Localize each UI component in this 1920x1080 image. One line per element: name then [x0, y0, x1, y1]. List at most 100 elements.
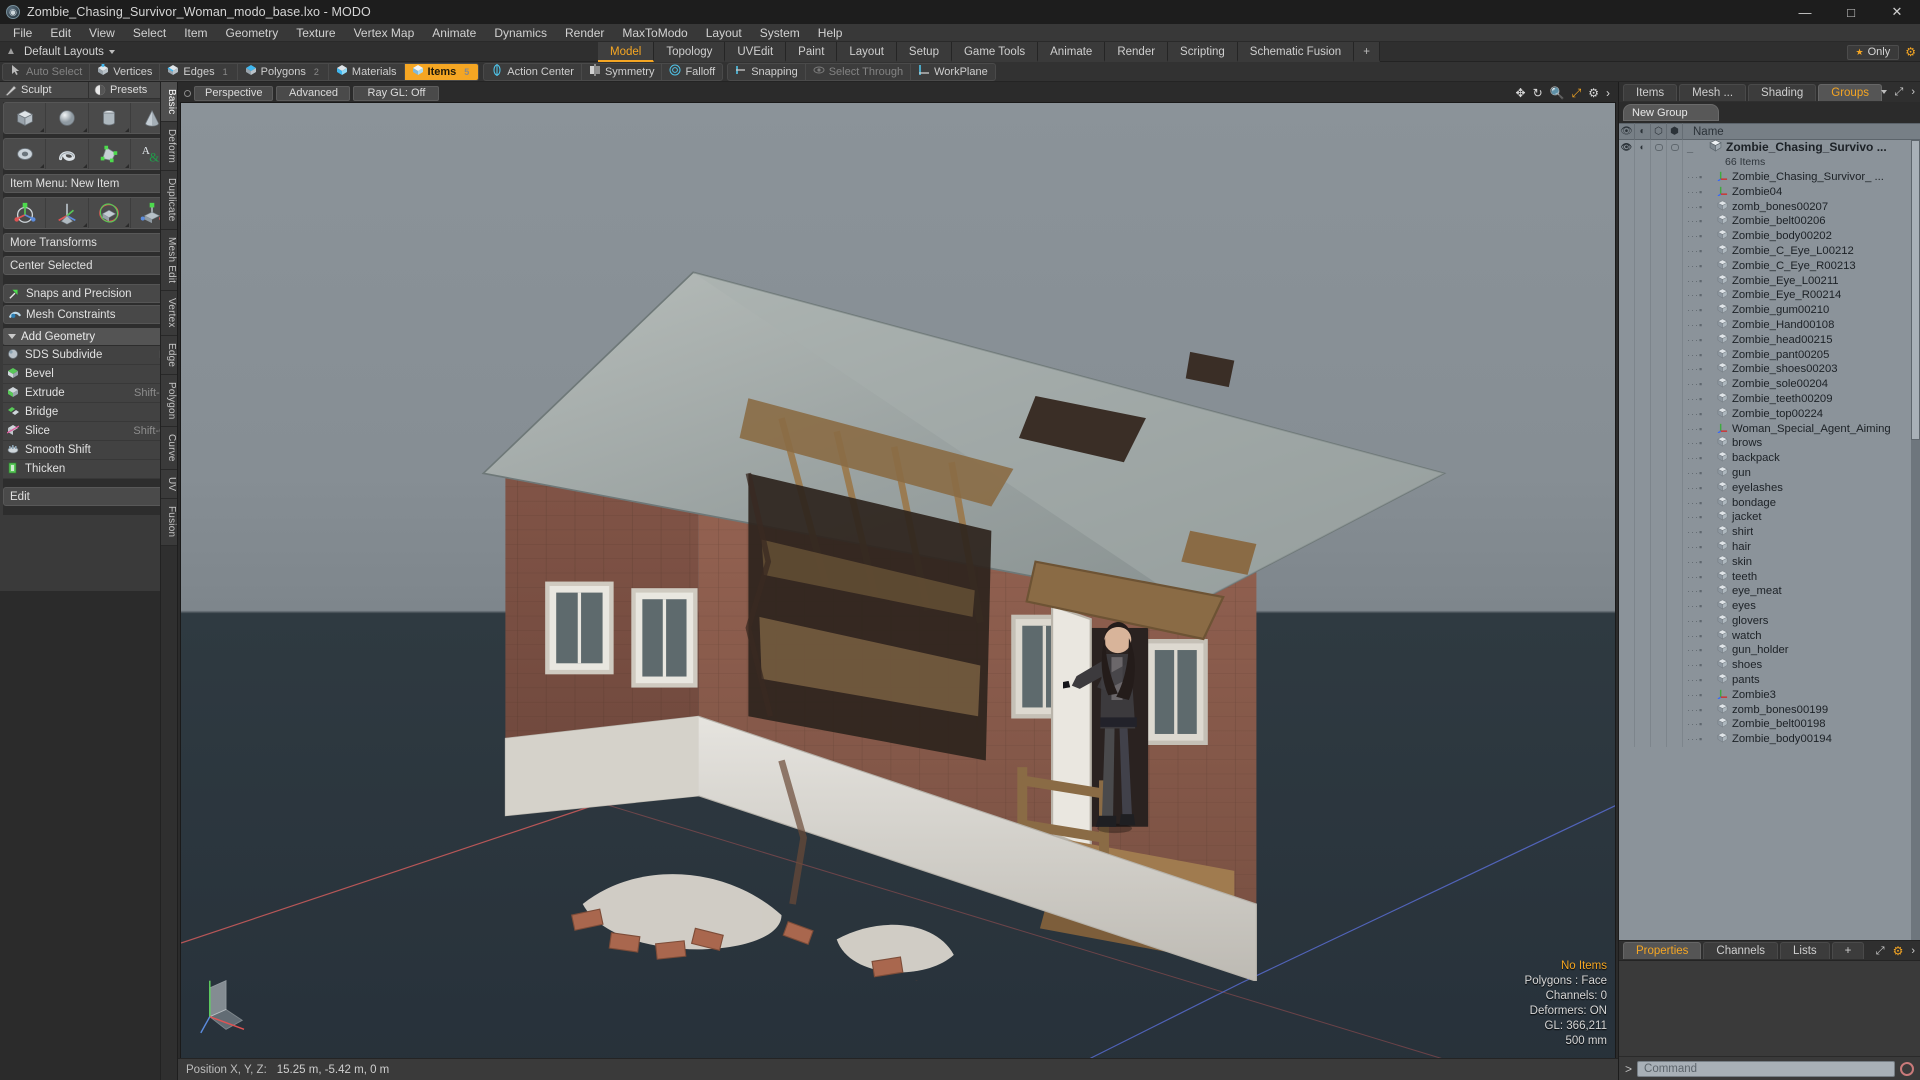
item-toggle-shaded-icon[interactable] — [1667, 184, 1683, 200]
layout-tab-game-tools[interactable]: Game Tools — [951, 42, 1039, 62]
item-toggle-eye-icon[interactable] — [1619, 598, 1635, 614]
item-toggle-eye-icon[interactable] — [1619, 717, 1635, 732]
item-toggle-eye-icon[interactable] — [1619, 435, 1635, 451]
item-list-row[interactable]: ···▪ Zombie3 — [1619, 687, 1920, 703]
item-toggle-shaded-icon[interactable] — [1667, 258, 1683, 274]
gear-icon[interactable]: ⚙ — [1905, 45, 1916, 59]
item-toggle-render-icon[interactable] — [1635, 213, 1651, 229]
item-toggle-eye-icon[interactable] — [1619, 376, 1635, 392]
item-toggle-render-icon[interactable] — [1635, 199, 1651, 214]
perspective-viewport[interactable]: No Items Polygons : Face Channels: 0 Def… — [180, 102, 1616, 1080]
item-toggle-render-icon[interactable] — [1635, 258, 1651, 274]
item-toggle-eye-icon[interactable] — [1619, 228, 1635, 244]
left-vertical-tab-basic[interactable]: Basic — [161, 82, 177, 123]
layout-tab-setup[interactable]: Setup — [896, 42, 952, 62]
properties-tab-properties[interactable]: Properties — [1623, 942, 1702, 959]
item-toggle-eye-icon[interactable] — [1619, 406, 1635, 422]
spiral-tool[interactable] — [46, 139, 89, 169]
item-toggle-wireframe-icon[interactable] — [1651, 199, 1667, 214]
layout-preset-dropdown[interactable]: Default Layouts — [18, 46, 123, 58]
item-toggle-render-icon[interactable] — [1635, 243, 1651, 259]
item-toggle-shaded-icon[interactable] — [1667, 657, 1683, 673]
item-list-row[interactable]: ···▪ pants — [1619, 672, 1920, 688]
item-toggle-shaded-icon[interactable] — [1667, 569, 1683, 584]
properties-tab-add[interactable]: + — [1831, 942, 1865, 959]
item-toggle-eye-icon[interactable] — [1619, 702, 1635, 718]
item-toggle-wireframe-icon[interactable] — [1651, 569, 1667, 584]
geometry-tool-extrude[interactable]: Extrude Shift-X — [3, 384, 174, 403]
minimize-button[interactable]: — — [1782, 0, 1828, 24]
layout-tab-animate[interactable]: Animate — [1038, 42, 1106, 62]
toolbar-button-polygons[interactable]: Polygons 2 — [238, 63, 329, 80]
center-selected-dropdown[interactable]: Center Selected — [3, 256, 174, 275]
item-toggle-eye-icon[interactable] — [1619, 672, 1635, 688]
item-list-row[interactable]: ···▪ skin — [1619, 554, 1920, 570]
toolbar-button-materials[interactable]: Materials — [329, 63, 405, 80]
move-view-icon[interactable]: ✥ — [1516, 86, 1526, 100]
item-list-row[interactable]: ···▪ eyes — [1619, 598, 1920, 614]
close-button[interactable]: ✕ — [1874, 0, 1920, 24]
item-toggle-wireframe-icon[interactable] — [1651, 258, 1667, 274]
item-toggle-wireframe-icon[interactable] — [1651, 598, 1667, 614]
item-toggle-eye-icon[interactable] — [1619, 465, 1635, 481]
item-toggle-render-icon[interactable] — [1635, 731, 1651, 747]
item-toggle-eye-icon[interactable] — [1619, 613, 1635, 629]
item-toggle-shaded-icon[interactable] — [1667, 495, 1683, 510]
menu-item-file[interactable]: File — [4, 24, 41, 42]
item-toggle-wireframe-icon[interactable] — [1651, 406, 1667, 422]
item-toggle-eye-icon[interactable] — [1619, 273, 1635, 288]
menu-item-vertex-map[interactable]: Vertex Map — [345, 24, 424, 42]
item-toggle-render-icon[interactable] — [1635, 287, 1651, 303]
item-toggle-render-icon[interactable] — [1635, 480, 1651, 496]
item-list-row[interactable]: ···▪ Woman_Special_Agent_Aiming — [1619, 421, 1920, 436]
item-toggle-render-icon[interactable] — [1635, 421, 1651, 436]
item-toggle-shaded-icon[interactable] — [1667, 228, 1683, 244]
item-toggle-eye-icon[interactable] — [1619, 643, 1635, 658]
item-toggle-eye-icon[interactable] — [1619, 450, 1635, 466]
item-toggle-shaded-icon[interactable] — [1667, 154, 1683, 170]
item-list-row[interactable]: ···▪ gun_holder — [1619, 643, 1920, 658]
item-list-row[interactable]: ···▪ Zombie_C_Eye_L00212 — [1619, 243, 1920, 259]
item-list-row[interactable]: ···▪ shirt — [1619, 524, 1920, 540]
item-list-row[interactable]: ···▪ teeth — [1619, 569, 1920, 584]
left-vertical-tab-polygon[interactable]: Polygon — [161, 374, 177, 428]
item-toggle-wireframe-icon[interactable] — [1651, 717, 1667, 732]
layout-tab-render[interactable]: Render — [1105, 42, 1169, 62]
item-toggle-wireframe-icon[interactable] — [1651, 672, 1667, 688]
item-toggle-shaded-icon[interactable] — [1667, 583, 1683, 599]
left-vertical-tab-vertex[interactable]: Vertex — [161, 291, 177, 336]
item-toggle-eye-icon[interactable] — [1619, 287, 1635, 303]
item-toggle-eye-icon[interactable] — [1619, 199, 1635, 214]
item-toggle-wireframe-icon[interactable] — [1651, 702, 1667, 718]
item-toggle-render-icon[interactable] — [1635, 702, 1651, 718]
item-toggle-shaded-icon[interactable] — [1667, 302, 1683, 318]
item-toggle-shaded-icon[interactable] — [1667, 687, 1683, 703]
item-toggle-shaded-icon[interactable] — [1667, 613, 1683, 629]
item-toggle-render-icon[interactable] — [1635, 643, 1651, 658]
menu-item-system[interactable]: System — [751, 24, 809, 42]
item-toggle-shaded-icon[interactable] — [1667, 598, 1683, 614]
mesh-constraints-button[interactable]: Mesh Constraints — [3, 305, 174, 324]
item-toggle-wireframe-icon[interactable] — [1651, 140, 1667, 155]
item-toggle-wireframe-icon[interactable] — [1651, 302, 1667, 318]
item-toggle-render-icon[interactable] — [1635, 509, 1651, 525]
item-toggle-shaded-icon[interactable] — [1667, 347, 1683, 362]
layout-tab-model[interactable]: Model — [598, 42, 655, 62]
item-toggle-eye-icon[interactable] — [1619, 317, 1635, 333]
item-list-row[interactable]: ···▪ Zombie_teeth00209 — [1619, 391, 1920, 407]
item-toggle-wireframe-icon[interactable] — [1651, 376, 1667, 392]
maximize-button[interactable]: □ — [1828, 0, 1874, 24]
move-transform-tool[interactable] — [4, 198, 47, 228]
item-list-row[interactable]: ···▪ bondage — [1619, 495, 1920, 510]
shaded-icon[interactable]: ⬢ — [1667, 123, 1683, 140]
more-transforms-dropdown[interactable]: More Transforms — [3, 233, 174, 252]
geometry-tool-slice[interactable]: Slice Shift-C — [3, 422, 174, 441]
item-list-row[interactable]: ···▪ watch — [1619, 628, 1920, 644]
item-toggle-eye-icon[interactable] — [1619, 524, 1635, 540]
item-toggle-render-icon[interactable] — [1635, 347, 1651, 362]
item-toggle-wireframe-icon[interactable] — [1651, 154, 1667, 170]
item-toggle-wireframe-icon[interactable] — [1651, 169, 1667, 185]
item-list-row[interactable]: ···▪ Zombie_head00215 — [1619, 332, 1920, 348]
item-toggle-wireframe-icon[interactable] — [1651, 495, 1667, 510]
left-vertical-tab-curve[interactable]: Curve — [161, 427, 177, 471]
